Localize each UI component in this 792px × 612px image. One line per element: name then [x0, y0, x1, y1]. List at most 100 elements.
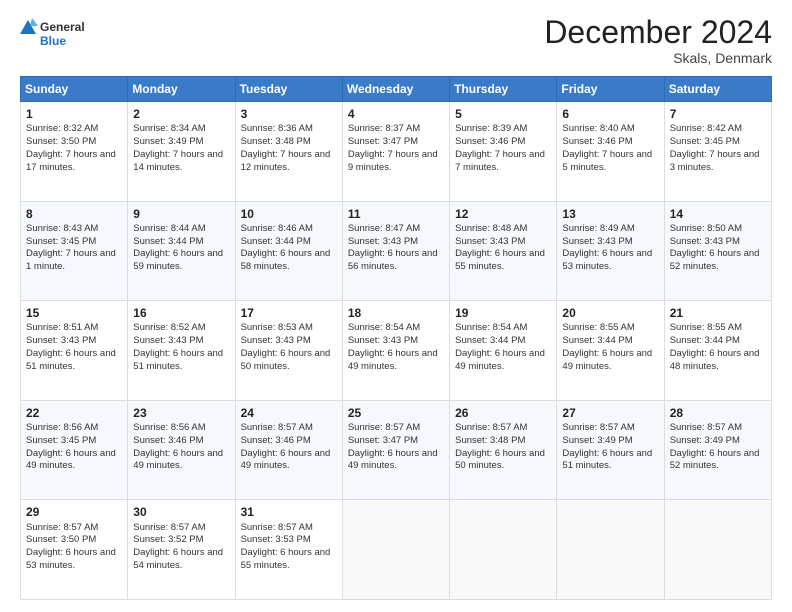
- day-number: 1: [26, 106, 122, 122]
- sunset-label: Sunset: 3:45 PM: [670, 136, 740, 147]
- calendar-cell: 28 Sunrise: 8:57 AM Sunset: 3:49 PM Dayl…: [664, 400, 771, 500]
- sunrise-label: Sunrise: 8:57 AM: [348, 422, 420, 433]
- sunrise-label: Sunrise: 8:57 AM: [562, 422, 634, 433]
- sunset-label: Sunset: 3:49 PM: [562, 435, 632, 446]
- sunrise-label: Sunrise: 8:32 AM: [26, 123, 98, 134]
- sunset-label: Sunset: 3:46 PM: [562, 136, 632, 147]
- calendar-cell: 12 Sunrise: 8:48 AM Sunset: 3:43 PM Dayl…: [450, 201, 557, 301]
- day-number: 24: [241, 405, 337, 421]
- sunrise-label: Sunrise: 8:55 AM: [562, 322, 634, 333]
- daylight-label: Daylight: 6 hours and 52 minutes.: [670, 448, 760, 472]
- sunrise-label: Sunrise: 8:53 AM: [241, 322, 313, 333]
- calendar-cell: 3 Sunrise: 8:36 AM Sunset: 3:48 PM Dayli…: [235, 102, 342, 202]
- sunrise-label: Sunrise: 8:54 AM: [348, 322, 420, 333]
- day-number: 4: [348, 106, 444, 122]
- daylight-label: Daylight: 6 hours and 59 minutes.: [133, 248, 223, 272]
- calendar-cell: [557, 500, 664, 600]
- sunrise-label: Sunrise: 8:57 AM: [670, 422, 742, 433]
- week-row-4: 22 Sunrise: 8:56 AM Sunset: 3:45 PM Dayl…: [21, 400, 772, 500]
- day-number: 14: [670, 206, 766, 222]
- sunset-label: Sunset: 3:52 PM: [133, 534, 203, 545]
- calendar-cell: 26 Sunrise: 8:57 AM Sunset: 3:48 PM Dayl…: [450, 400, 557, 500]
- sunset-label: Sunset: 3:46 PM: [241, 435, 311, 446]
- daylight-label: Daylight: 6 hours and 50 minutes.: [455, 448, 545, 472]
- sunrise-label: Sunrise: 8:34 AM: [133, 123, 205, 134]
- sunset-label: Sunset: 3:44 PM: [455, 335, 525, 346]
- sunrise-label: Sunrise: 8:46 AM: [241, 223, 313, 234]
- sunrise-label: Sunrise: 8:57 AM: [455, 422, 527, 433]
- sunset-label: Sunset: 3:45 PM: [26, 435, 96, 446]
- title-block: December 2024 Skals, Denmark: [544, 16, 772, 66]
- col-saturday: Saturday: [664, 77, 771, 102]
- calendar-cell: 9 Sunrise: 8:44 AM Sunset: 3:44 PM Dayli…: [128, 201, 235, 301]
- day-number: 13: [562, 206, 658, 222]
- page: General Blue December 2024 Skals, Denmar…: [0, 0, 792, 612]
- day-number: 7: [670, 106, 766, 122]
- day-number: 15: [26, 305, 122, 321]
- logo-icon: General Blue: [20, 16, 100, 52]
- day-number: 18: [348, 305, 444, 321]
- svg-text:General: General: [40, 20, 85, 34]
- day-number: 25: [348, 405, 444, 421]
- calendar-cell: 23 Sunrise: 8:56 AM Sunset: 3:46 PM Dayl…: [128, 400, 235, 500]
- calendar-cell: [450, 500, 557, 600]
- daylight-label: Daylight: 6 hours and 48 minutes.: [670, 348, 760, 372]
- calendar-cell: 29 Sunrise: 8:57 AM Sunset: 3:50 PM Dayl…: [21, 500, 128, 600]
- daylight-label: Daylight: 6 hours and 56 minutes.: [348, 248, 438, 272]
- header: General Blue December 2024 Skals, Denmar…: [20, 16, 772, 66]
- sunset-label: Sunset: 3:43 PM: [241, 335, 311, 346]
- sunrise-label: Sunrise: 8:54 AM: [455, 322, 527, 333]
- daylight-label: Daylight: 6 hours and 49 minutes.: [348, 348, 438, 372]
- sunset-label: Sunset: 3:50 PM: [26, 136, 96, 147]
- sunset-label: Sunset: 3:53 PM: [241, 534, 311, 545]
- calendar-cell: 7 Sunrise: 8:42 AM Sunset: 3:45 PM Dayli…: [664, 102, 771, 202]
- sunset-label: Sunset: 3:46 PM: [133, 435, 203, 446]
- day-number: 28: [670, 405, 766, 421]
- sunrise-label: Sunrise: 8:56 AM: [133, 422, 205, 433]
- calendar-cell: 5 Sunrise: 8:39 AM Sunset: 3:46 PM Dayli…: [450, 102, 557, 202]
- sunset-label: Sunset: 3:43 PM: [348, 335, 418, 346]
- calendar-cell: [664, 500, 771, 600]
- calendar-cell: 19 Sunrise: 8:54 AM Sunset: 3:44 PM Dayl…: [450, 301, 557, 401]
- sunset-label: Sunset: 3:43 PM: [133, 335, 203, 346]
- sunset-label: Sunset: 3:43 PM: [26, 335, 96, 346]
- daylight-label: Daylight: 6 hours and 52 minutes.: [670, 248, 760, 272]
- daylight-label: Daylight: 6 hours and 53 minutes.: [26, 547, 116, 571]
- daylight-label: Daylight: 6 hours and 50 minutes.: [241, 348, 331, 372]
- daylight-label: Daylight: 7 hours and 14 minutes.: [133, 149, 223, 173]
- col-monday: Monday: [128, 77, 235, 102]
- sunrise-label: Sunrise: 8:57 AM: [26, 522, 98, 533]
- daylight-label: Daylight: 6 hours and 58 minutes.: [241, 248, 331, 272]
- sunset-label: Sunset: 3:44 PM: [670, 335, 740, 346]
- col-wednesday: Wednesday: [342, 77, 449, 102]
- day-number: 10: [241, 206, 337, 222]
- sunrise-label: Sunrise: 8:36 AM: [241, 123, 313, 134]
- sunrise-label: Sunrise: 8:40 AM: [562, 123, 634, 134]
- daylight-label: Daylight: 6 hours and 55 minutes.: [455, 248, 545, 272]
- sunset-label: Sunset: 3:44 PM: [133, 236, 203, 247]
- day-number: 9: [133, 206, 229, 222]
- day-number: 6: [562, 106, 658, 122]
- daylight-label: Daylight: 6 hours and 49 minutes.: [562, 348, 652, 372]
- sunrise-label: Sunrise: 8:57 AM: [241, 422, 313, 433]
- sunrise-label: Sunrise: 8:39 AM: [455, 123, 527, 134]
- day-number: 30: [133, 504, 229, 520]
- sunrise-label: Sunrise: 8:55 AM: [670, 322, 742, 333]
- day-number: 11: [348, 206, 444, 222]
- daylight-label: Daylight: 7 hours and 12 minutes.: [241, 149, 331, 173]
- daylight-label: Daylight: 7 hours and 9 minutes.: [348, 149, 438, 173]
- location-subtitle: Skals, Denmark: [544, 50, 772, 66]
- sunset-label: Sunset: 3:48 PM: [241, 136, 311, 147]
- day-number: 12: [455, 206, 551, 222]
- week-row-3: 15 Sunrise: 8:51 AM Sunset: 3:43 PM Dayl…: [21, 301, 772, 401]
- logo: General Blue: [20, 16, 100, 52]
- day-number: 31: [241, 504, 337, 520]
- daylight-label: Daylight: 7 hours and 17 minutes.: [26, 149, 116, 173]
- daylight-label: Daylight: 6 hours and 49 minutes.: [241, 448, 331, 472]
- sunset-label: Sunset: 3:46 PM: [455, 136, 525, 147]
- sunrise-label: Sunrise: 8:48 AM: [455, 223, 527, 234]
- calendar-header-row: Sunday Monday Tuesday Wednesday Thursday…: [21, 77, 772, 102]
- sunrise-label: Sunrise: 8:52 AM: [133, 322, 205, 333]
- calendar-cell: 1 Sunrise: 8:32 AM Sunset: 3:50 PM Dayli…: [21, 102, 128, 202]
- calendar-cell: 30 Sunrise: 8:57 AM Sunset: 3:52 PM Dayl…: [128, 500, 235, 600]
